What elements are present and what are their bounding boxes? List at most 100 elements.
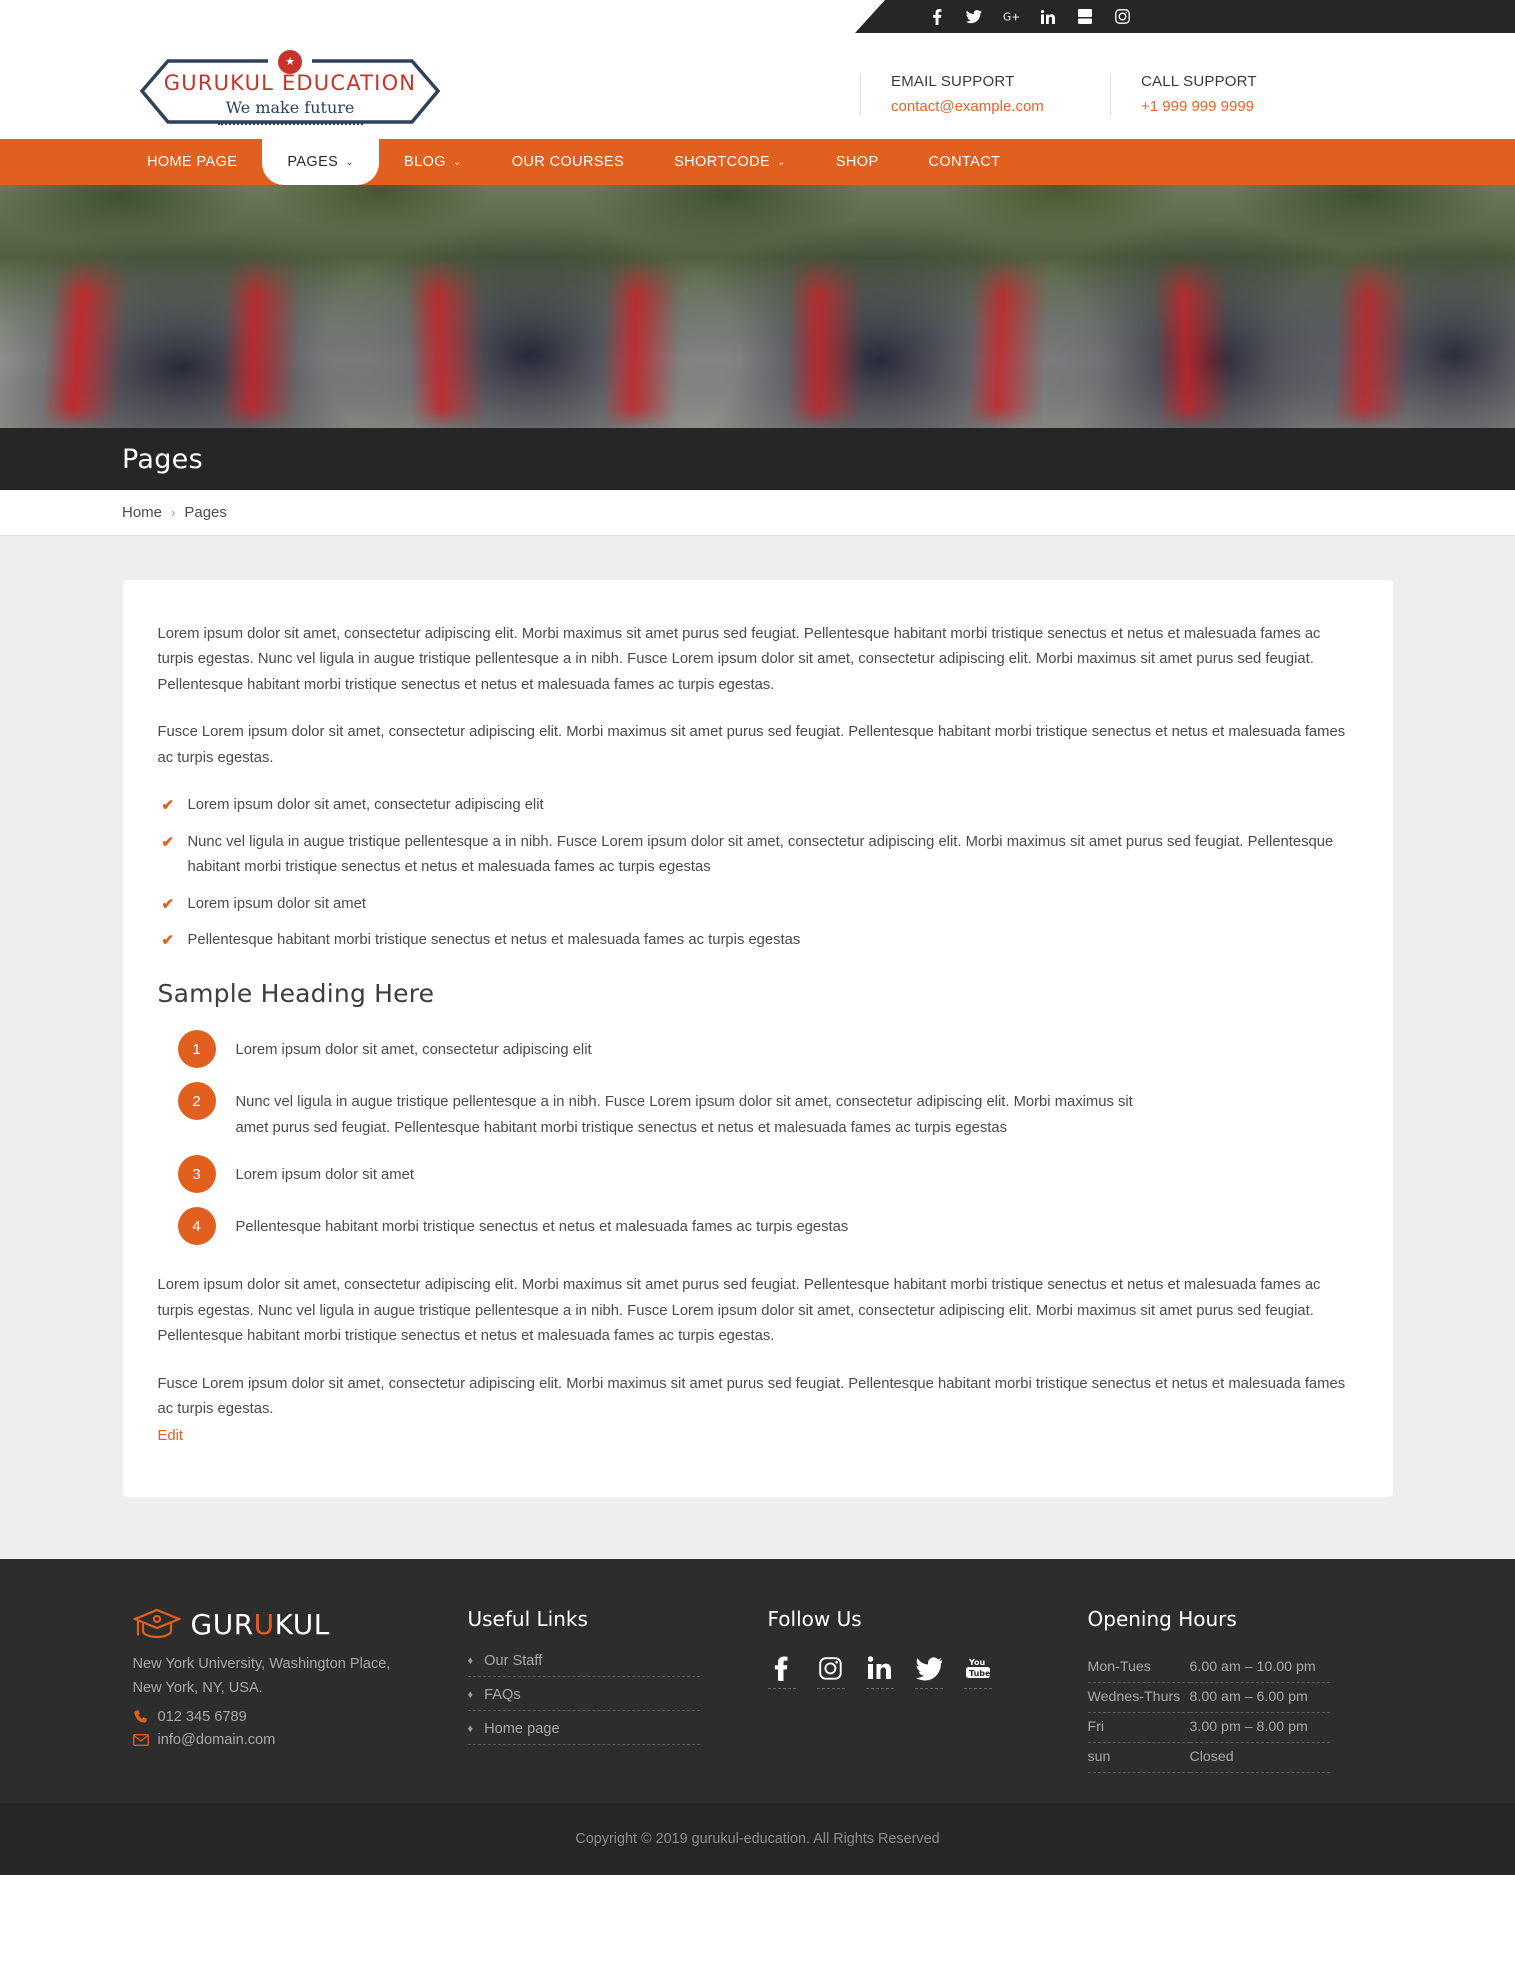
checkmark-list-item-text: Lorem ipsum dolor sit amet, consectetur … [187,797,544,814]
nav-item-home-page[interactable]: HOME PAGE [122,139,262,185]
number-badge: 3 [177,1155,216,1194]
graduation-cap-icon [132,1609,181,1639]
svg-text:You: You [968,1658,986,1667]
paragraph-2: Fusce Lorem ipsum dolor sit amet, consec… [157,724,1346,766]
opening-hours-row: Wednes-Thurs 8.00 am – 6.00 pm [1087,1682,1330,1714]
nav-item-label: OUR COURSES [511,154,625,170]
paragraph-3: Lorem ipsum dolor sit amet, consectetur … [157,1277,1321,1345]
site-header: ★ Gurukul Education We make future EMAIL… [0,33,1515,139]
logo-subtitle: We make future [225,98,355,117]
chevron-down-icon: ⌄ [452,156,462,168]
nav-item-label: PAGES [287,154,339,170]
footer-follow-column: Follow Us You Tube [767,1607,1088,1690]
nav-item-contact[interactable]: CONTACT [904,139,1026,185]
footer-phone-row: 012 345 6789 [133,1709,468,1725]
numbered-list-item-text: Lorem ipsum dolor sit amet, consectetur … [235,1042,592,1059]
opening-hours-day: Wednes-Thurs [1087,1682,1190,1714]
chevron-down-icon: ⌄ [777,156,786,168]
call-support-value[interactable]: +1 999 999 9999 [1141,98,1330,115]
copyright-text: Copyright © 2019 gurukul-education. All … [575,1831,940,1848]
hero-banner-image [0,185,1515,428]
nav-item-list: HOME PAGE PAGES ⌄ BLOG ⌄ OUR COURSES SHORTCODE… [0,139,1515,185]
opening-hours-time: Closed [1189,1742,1330,1774]
checkmark-list-item: ✔ Lorem ipsum dolor sit amet [158,892,1358,917]
google-plus-icon[interactable]: G+ [1003,9,1019,25]
footer-logo[interactable]: GURUKUL [132,1607,468,1641]
facebook-icon[interactable] [767,1653,796,1690]
footer-link[interactable]: Our Staff [484,1653,542,1669]
youtube-icon[interactable]: You Tube [963,1653,992,1690]
youtube-icon[interactable] [1077,9,1093,25]
envelope-icon [132,1734,149,1747]
footer-about-column: GURUKUL New York University, Washington … [113,1607,468,1755]
check-icon: ✔ [161,833,175,851]
checkmark-list: ✔ Lorem ipsum dolor sit amet, consectetur… [158,793,1358,953]
check-icon: ✔ [161,895,175,913]
paragraph-1: Lorem ipsum dolor sit amet, consectetur … [157,626,1321,693]
twitter-icon[interactable] [966,9,982,25]
linkedin-icon[interactable] [865,1653,894,1690]
footer-brand-text: GURUKUL [191,1608,330,1641]
opening-hours-day: Mon-Tues [1087,1653,1190,1684]
instagram-icon[interactable] [1114,9,1130,25]
checkmark-list-item: ✔ Pellentesque habitant morbi tristique s… [158,928,1358,953]
nav-item-label: BLOG [404,154,446,170]
footer-brand-part2: KUL [274,1607,330,1641]
opening-hours-row: sun Closed [1087,1742,1330,1774]
numbered-list-item: 2 Nunc vel ligula in augue tristique pell… [158,1082,1358,1141]
nav-item-label: SHOP [835,154,879,170]
email-support-label: EMAIL SUPPORT [891,73,1015,90]
edit-link[interactable]: Edit [158,1428,184,1444]
page-title: Pages [122,443,203,475]
footer-link-item: ♦ FAQs [467,1687,700,1712]
opening-hours-time: 8.00 am – 6.00 pm [1189,1682,1330,1714]
footer-link-item: ♦ Home page [467,1721,700,1746]
nav-item-label: CONTACT [928,154,1001,170]
check-icon: ✔ [161,797,175,815]
checkmark-list-item-text: Pellentesque habitant morbi tristique se… [187,931,801,948]
opening-hours-day: Fri [1087,1712,1190,1744]
hero-foliage [0,185,1515,305]
page-title-bar: Pages [0,428,1515,490]
diamond-bullet-icon: ♦ [467,1689,474,1702]
footer-links-heading: Useful Links [467,1607,588,1632]
footer-email-value[interactable]: info@domain.com [158,1732,276,1748]
facebook-icon[interactable] [929,8,945,25]
checkmark-list-item: ✔ Nunc vel ligula in augue tristique pell… [158,830,1358,881]
email-support-column: EMAIL SUPPORT contact@example.com [860,73,1110,115]
numbered-list-item: 4 Pellentesque habitant morbi tristique s… [158,1207,1358,1246]
footer-address: New York University, Washington Place, N… [132,1656,391,1696]
breadcrumb-home[interactable]: Home [122,504,162,521]
opening-hours-row: Fri 3.00 pm – 8.00 pm [1087,1712,1330,1744]
numbered-list-item-text: Lorem ipsum dolor sit amet [235,1167,414,1184]
instagram-icon[interactable] [816,1653,845,1690]
nav-item-pages[interactable]: PAGES ⌄ [262,139,380,185]
nav-item-label: HOME PAGE [147,154,238,170]
number-badge: 2 [177,1082,216,1121]
nav-item-shortcode[interactable]: SHORTCODE ⌄ [649,139,811,185]
footer-hours-heading: Opening Hours [1087,1607,1237,1632]
footer-link[interactable]: Home page [484,1721,559,1737]
opening-hours-time: 6.00 am – 10.00 pm [1189,1653,1330,1684]
nav-item-blog[interactable]: BLOG ⌄ [379,139,487,185]
breadcrumb: Home › Pages [0,490,1515,536]
numbered-list-item-text: Nunc vel ligula in augue tristique pelle… [235,1094,1133,1136]
site-logo[interactable]: ★ Gurukul Education We make future [140,49,440,129]
logo-star-glyph: ★ [285,55,295,68]
footer-phone-value[interactable]: 012 345 6789 [158,1709,247,1725]
opening-hours-table: Mon-Tues 6.00 am – 10.00 pm Wednes-Thurs 8.… [1087,1653,1330,1774]
main-navigation: HOME PAGE PAGES ⌄ BLOG ⌄ OUR COURSES SHORTCODE… [0,139,1515,185]
svg-text:G+: G+ [1003,11,1019,24]
nav-item-shop[interactable]: SHOP [811,139,904,185]
logo-title: Gurukul Education [163,71,417,95]
chevron-down-icon: ⌄ [345,156,355,168]
nav-item-our-courses[interactable]: OUR COURSES [487,139,649,185]
email-support-value[interactable]: contact@example.com [891,98,1080,115]
numbered-list: 1 Lorem ipsum dolor sit amet, consectetur… [158,1030,1358,1246]
top-social-list: G+ [929,0,1515,33]
main-content-area: Lorem ipsum dolor sit amet, consectetur … [0,536,1515,1560]
footer-links-column: Useful Links ♦ Our Staff ♦ FAQs ♦ Home page [467,1607,768,1755]
footer-link[interactable]: FAQs [484,1687,521,1703]
linkedin-icon[interactable] [1040,9,1056,25]
twitter-icon[interactable] [914,1653,943,1690]
